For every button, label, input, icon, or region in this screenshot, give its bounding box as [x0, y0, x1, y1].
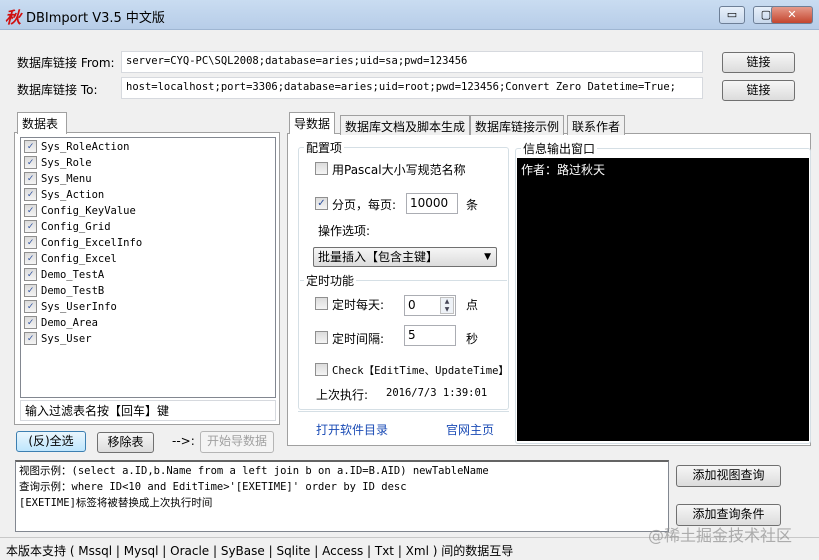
- watermark: @稀土掘金技术社区: [648, 526, 793, 545]
- status-text: 本版本支持 ( Mssql | Mysql | Oracle | SyBase …: [6, 544, 514, 558]
- table-checkbox[interactable]: ✓: [24, 300, 37, 313]
- remove-table-button[interactable]: 移除表: [97, 432, 154, 453]
- table-checkbox[interactable]: ✓: [24, 172, 37, 185]
- table-name: Config_Grid: [41, 221, 111, 233]
- table-list-item[interactable]: ✓ Sys_Action: [21, 187, 275, 203]
- window-title: DBImport V3.5 中文版: [26, 11, 165, 26]
- table-list[interactable]: ✓ Sys_RoleAction ✓ Sys_Role ✓ Sys_Menu ✓ Sys_Ac…: [20, 137, 276, 398]
- query-textarea[interactable]: 视图示例：(select a.ID,b.Name from a left joi…: [15, 460, 669, 532]
- operation-select-value: 批量插入【包含主键】: [318, 250, 439, 264]
- info-output-console[interactable]: 作者：路过秋天: [517, 158, 809, 441]
- tab-import[interactable]: 导数据: [289, 112, 336, 134]
- operation-select[interactable]: 批量插入【包含主键】 ▼: [313, 247, 497, 267]
- table-name: Config_KeyValue: [41, 205, 136, 217]
- toggle-select-all-button[interactable]: (反)全选: [16, 431, 86, 452]
- to-connection-input[interactable]: host=localhost;port=3306;database=aries;…: [121, 77, 703, 99]
- table-list-item[interactable]: ✓ Sys_User: [21, 331, 275, 347]
- table-checkbox[interactable]: ✓: [24, 204, 37, 217]
- table-name: Sys_Action: [41, 189, 105, 201]
- table-list-item[interactable]: ✓ Demo_TestB: [21, 283, 275, 299]
- table-name: Sys_Menu: [41, 173, 92, 185]
- from-label: 数据库链接 From:: [17, 56, 115, 70]
- spinner-arrows-icon[interactable]: ▲ ▼: [440, 297, 454, 314]
- arrow-label: -->:: [172, 434, 195, 448]
- start-import-button[interactable]: 开始导数据: [200, 431, 274, 453]
- table-checkbox[interactable]: ✓: [24, 284, 37, 297]
- to-label: 数据库链接 To:: [17, 83, 98, 97]
- chevron-down-icon: ▼: [484, 252, 491, 262]
- tab-tables[interactable]: 数据表: [17, 112, 67, 134]
- daily-label: 定时每天:: [332, 298, 385, 312]
- table-list-item[interactable]: ✓ Demo_Area: [21, 315, 275, 331]
- query-line: [EXETIME]标签将被替换成上次执行时间: [19, 497, 213, 509]
- table-list-item[interactable]: ✓ Sys_Menu: [21, 171, 275, 187]
- interval-label: 定时间隔:: [332, 332, 385, 346]
- interval-checkbox[interactable]: [315, 331, 328, 344]
- operation-label: 操作选项:: [318, 224, 371, 238]
- interval-input[interactable]: 5: [404, 325, 456, 346]
- table-name: Demo_TestA: [41, 269, 105, 281]
- table-checkbox[interactable]: ✓: [24, 236, 37, 249]
- table-checkbox[interactable]: ✓: [24, 332, 37, 345]
- app-logo-icon: 秋: [5, 8, 22, 27]
- table-list-item[interactable]: ✓ Config_KeyValue: [21, 203, 275, 219]
- table-name: Demo_TestB: [41, 285, 105, 297]
- table-name: Sys_UserInfo: [41, 301, 117, 313]
- table-name: Config_Excel: [41, 253, 117, 265]
- pascal-label: 用Pascal大小写规范名称: [332, 163, 466, 177]
- table-name: Config_ExcelInfo: [41, 237, 143, 249]
- table-checkbox[interactable]: ✓: [24, 188, 37, 201]
- query-line: 查询示例：where ID<10 and EditTime>'[EXETIME]…: [19, 481, 407, 493]
- last-run-value: 2016/7/3 1:39:01: [386, 387, 488, 399]
- last-run-label: 上次执行:: [316, 388, 369, 402]
- table-list-item[interactable]: ✓ Sys_RoleAction: [21, 139, 275, 155]
- daily-checkbox[interactable]: [315, 297, 328, 310]
- table-list-item[interactable]: ✓ Demo_TestA: [21, 267, 275, 283]
- tab-docs-scripts[interactable]: 数据库文档及脚本生成: [340, 115, 471, 135]
- to-connect-button[interactable]: 链接: [722, 80, 795, 101]
- add-view-query-button[interactable]: 添加视图查询: [676, 465, 781, 487]
- table-filter-input[interactable]: 输入过滤表名按【回车】键: [20, 400, 276, 421]
- timer-group-label: 定时功能: [304, 272, 357, 289]
- table-checkbox[interactable]: ✓: [24, 140, 37, 153]
- daily-unit-label: 点: [466, 298, 479, 312]
- tab-connection-examples[interactable]: 数据库链接示例: [470, 115, 565, 135]
- paging-label: 分页，每页:: [332, 198, 397, 212]
- table-list-item[interactable]: ✓ Config_Grid: [21, 219, 275, 235]
- table-checkbox[interactable]: ✓: [24, 252, 37, 265]
- interval-unit-label: 秒: [466, 332, 479, 346]
- page-unit-label: 条: [466, 198, 479, 212]
- from-connection-input[interactable]: server=CYQ-PC\SQL2008;database=aries;uid…: [121, 51, 703, 73]
- table-checkbox[interactable]: ✓: [24, 156, 37, 169]
- table-list-item[interactable]: ✓ Sys_UserInfo: [21, 299, 275, 315]
- table-checkbox[interactable]: ✓: [24, 220, 37, 233]
- table-name: Sys_Role: [41, 157, 92, 169]
- table-list-item[interactable]: ✓ Config_Excel: [21, 251, 275, 267]
- paging-checkbox[interactable]: ✓: [315, 197, 328, 210]
- table-name: Sys_RoleAction: [41, 141, 130, 153]
- table-name: Demo_Area: [41, 317, 98, 329]
- minimize-button[interactable]: ▭: [719, 6, 745, 24]
- pascal-checkbox[interactable]: [315, 162, 328, 175]
- from-connect-button[interactable]: 链接: [722, 52, 795, 73]
- table-name: Sys_User: [41, 333, 92, 345]
- homepage-link[interactable]: 官网主页: [446, 421, 494, 438]
- table-checkbox[interactable]: ✓: [24, 268, 37, 281]
- check-edittime-checkbox[interactable]: [315, 363, 328, 376]
- config-group-label: 配置项: [304, 139, 345, 156]
- page-size-input[interactable]: 10000: [406, 193, 458, 214]
- query-line: 视图示例：(select a.ID,b.Name from a left joi…: [19, 465, 489, 477]
- info-group-label: 信息输出窗口: [521, 140, 598, 157]
- tab-contact-author[interactable]: 联系作者: [567, 115, 626, 135]
- table-list-item[interactable]: ✓ Config_ExcelInfo: [21, 235, 275, 251]
- check-edittime-label: Check【EditTime、UpdateTime】: [332, 365, 509, 377]
- table-list-item[interactable]: ✓ Sys_Role: [21, 155, 275, 171]
- open-directory-link[interactable]: 打开软件目录: [316, 421, 388, 438]
- table-checkbox[interactable]: ✓: [24, 316, 37, 329]
- close-button[interactable]: ✕: [771, 6, 813, 24]
